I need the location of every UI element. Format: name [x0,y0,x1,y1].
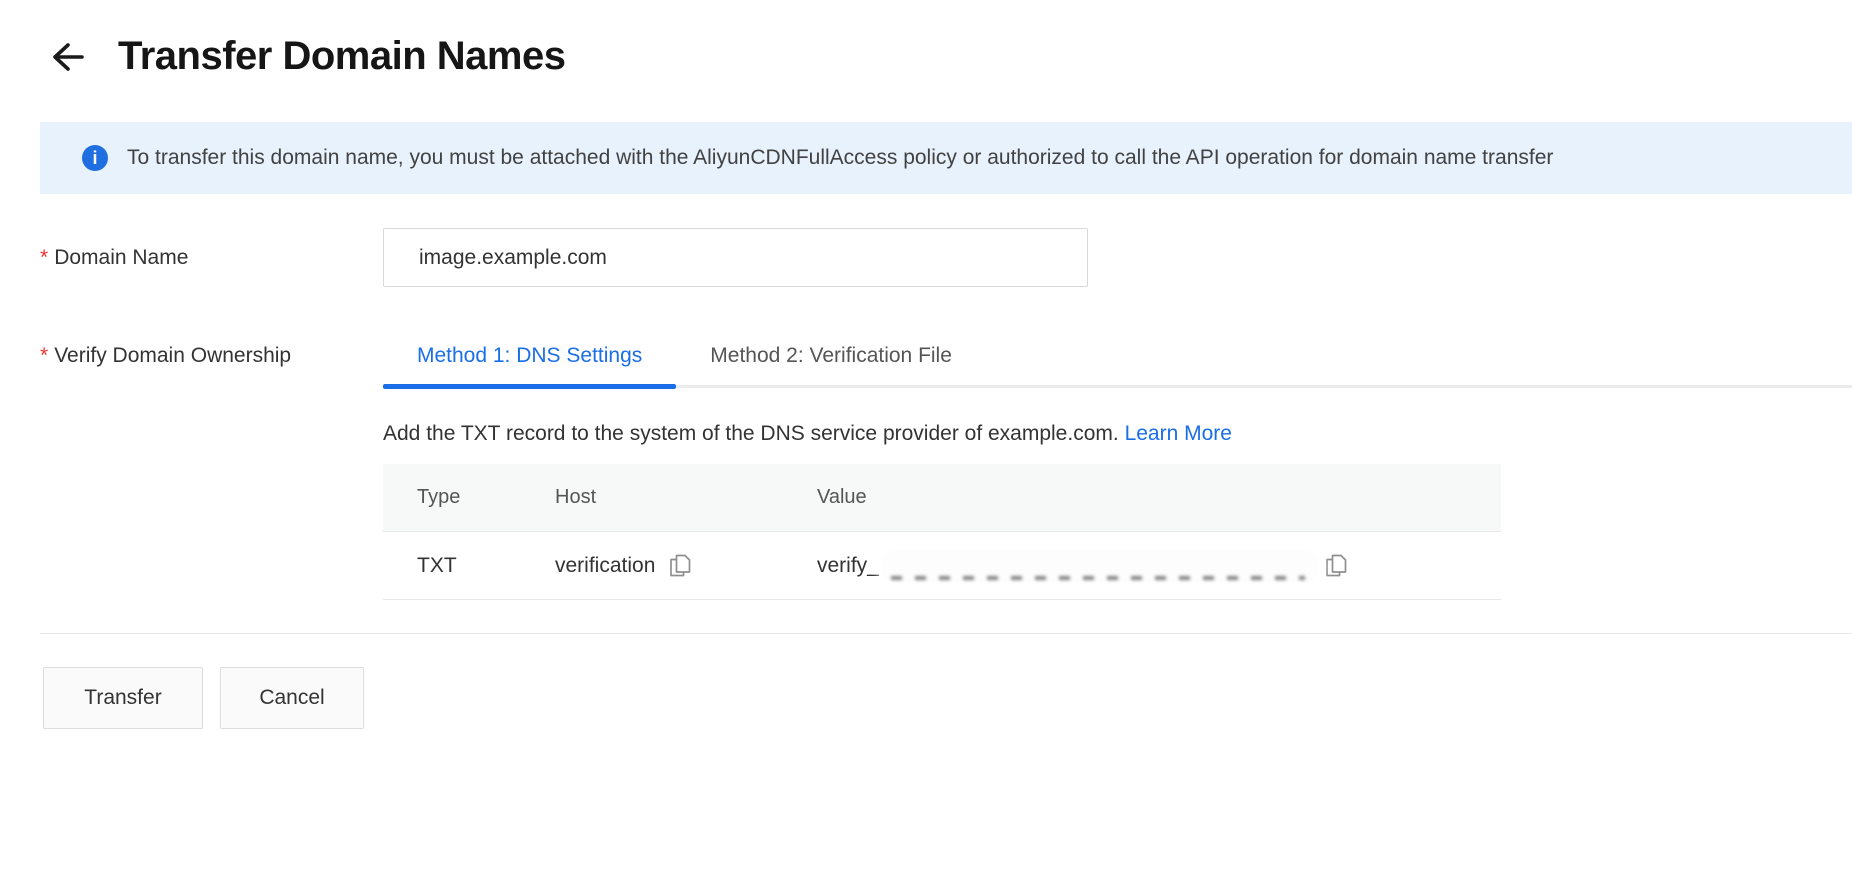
learn-more-link[interactable]: Learn More [1125,422,1232,445]
txt-record-table: Type Host Value TXT verification verify_ [383,464,1501,600]
required-asterisk: * [40,344,49,367]
copy-value-button[interactable] [1325,553,1347,578]
record-value-cell: verify_ [817,548,1501,583]
verify-method-tabs: Method 1: DNS Settings Method 2: Verific… [383,343,1852,389]
record-host-cell: verification [555,553,817,578]
copy-host-button[interactable] [669,553,691,578]
tab-dns-settings[interactable]: Method 1: DNS Settings [383,343,677,389]
info-banner: i To transfer this domain name, you must… [40,122,1852,194]
back-arrow-icon [46,37,86,77]
required-asterisk: * [40,245,49,269]
record-value-prefix: verify_ [817,553,879,577]
domain-name-label: * Domain Name [40,245,189,269]
footer-divider [40,633,1852,634]
info-icon: i [82,145,108,171]
record-type-cell: TXT [417,553,457,577]
tab-verification-file[interactable]: Method 2: Verification File [676,343,986,385]
back-button[interactable] [45,36,87,78]
verify-ownership-content: Method 1: DNS Settings Method 2: Verific… [383,343,1852,600]
column-header-host: Host [555,486,597,508]
domain-name-row: * Domain Name [40,228,1852,287]
cancel-button[interactable]: Cancel [220,667,364,729]
page-header: Transfer Domain Names [45,34,1852,79]
info-banner-text: To transfer this domain name, you must b… [127,146,1554,169]
redacted-value-blur [880,548,1319,583]
copy-icon [1325,553,1347,578]
transfer-button[interactable]: Transfer [43,667,203,729]
table-row: TXT verification verify_ [383,532,1501,600]
domain-name-input[interactable] [383,228,1088,287]
record-host-text: verification [555,553,656,577]
verify-ownership-label: * Verify Domain Ownership [40,344,292,367]
table-header-row: Type Host Value [383,464,1501,532]
page-title: Transfer Domain Names [118,34,566,78]
dns-instruction-text: Add the TXT record to the system of the … [383,422,1232,445]
column-header-value: Value [817,486,867,508]
footer-actions: Transfer Cancel [43,667,1852,729]
verify-ownership-row: * Verify Domain Ownership Method 1: DNS S… [40,343,1852,600]
copy-icon [669,553,691,578]
column-header-type: Type [417,486,461,508]
